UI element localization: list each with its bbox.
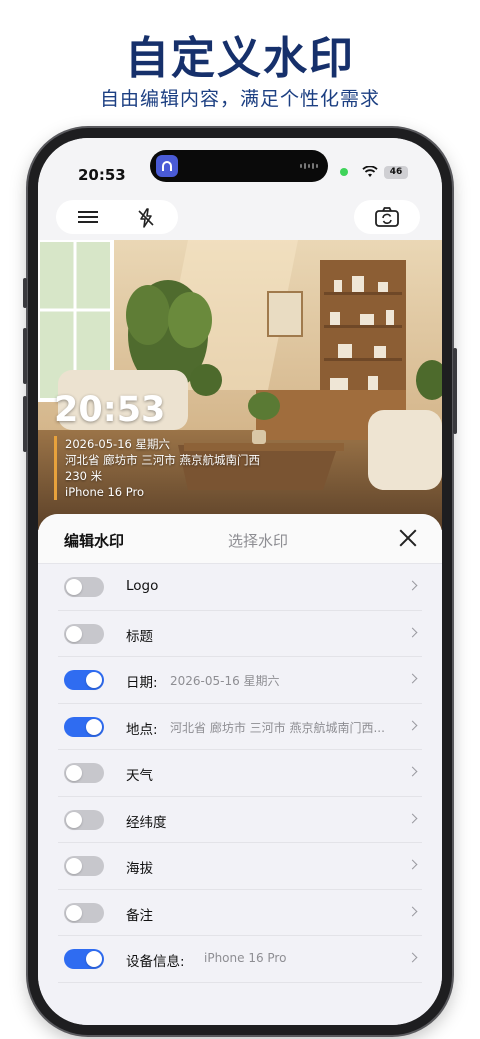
app-icon [156, 155, 178, 177]
promo-subtitle: 自由编辑内容，满足个性化需求 [99, 88, 380, 110]
row-label: 标题 [126, 628, 153, 645]
menu-icon[interactable] [78, 211, 98, 223]
flash-off-icon[interactable] [134, 206, 158, 230]
watermark-field-list: Logo 标题 日期: 2026-05-16 星期六 地点: 河北省 廊坊市 三… [58, 564, 422, 983]
row-label: 经纬度 [126, 814, 167, 831]
switch-camera-button[interactable] [354, 200, 420, 234]
row-label: 日期: [126, 675, 158, 691]
row-value: 河北省 廊坊市 三河市 燕京航城南门西... [170, 720, 385, 735]
volume-up-button [23, 328, 27, 384]
row-label: Logo [126, 578, 159, 594]
battery-indicator: 46 [384, 166, 408, 179]
altitude-toggle[interactable] [64, 856, 104, 876]
watermark-edit-sheet: 编辑水印 选择水印 Logo 标题 日期: 2026-05-16 星期六 地点:… [38, 514, 442, 1025]
chevron-right-icon [407, 813, 418, 823]
row-value: iPhone 16 Pro [204, 951, 287, 965]
field-row-altitude[interactable]: 海拔 [58, 843, 422, 890]
toolbar-left-group [56, 200, 178, 234]
status-time: 20:53 [78, 166, 126, 184]
phone-frame: 20:53 46 20:53 2026-05-16 星期六 河北省 廊坊市 三河… [23, 128, 457, 1035]
chevron-right-icon [407, 859, 418, 870]
watermark-time: 20:53 [54, 390, 166, 430]
sheet-header: 编辑水印 选择水印 [38, 514, 442, 564]
chevron-right-icon [407, 766, 418, 777]
watermark-date: 2026-05-16 星期六 [65, 437, 170, 451]
row-label: 备注 [126, 907, 153, 924]
camera-preview[interactable]: 20:53 2026-05-16 星期六 河北省 廊坊市 三河市 燕京航城南门西… [38, 240, 442, 530]
audio-wave-icon [300, 163, 318, 169]
switch-camera-icon [375, 207, 399, 227]
field-row-title[interactable]: 标题 [58, 611, 422, 657]
chevron-right-icon [407, 673, 418, 684]
volume-down-button [23, 396, 27, 452]
weather-toggle[interactable] [64, 763, 104, 783]
location-toggle[interactable] [64, 716, 104, 737]
phone-screen: 20:53 46 20:53 2026-05-16 星期六 河北省 廊坊市 三河… [38, 138, 442, 1025]
promo-title: 自定义水印 [125, 33, 355, 84]
coordinates-toggle[interactable] [64, 809, 104, 830]
close-icon[interactable] [398, 528, 418, 548]
title-toggle[interactable] [64, 623, 104, 644]
chevron-right-icon [407, 952, 418, 963]
field-row-weather[interactable]: 天气 [58, 750, 422, 797]
tab-edit-watermark[interactable]: 编辑水印 [64, 530, 124, 551]
field-row-device[interactable]: 设备信息: iPhone 16 Pro [58, 936, 422, 983]
watermark-details: 2026-05-16 星期六 河北省 廊坊市 三河市 燕京航城南门西 230 米… [54, 436, 260, 500]
wifi-icon [362, 166, 378, 177]
row-label: 地点: [126, 721, 158, 738]
date-toggle[interactable] [64, 670, 104, 690]
power-button [453, 348, 457, 434]
logo-toggle[interactable] [64, 577, 104, 597]
device-toggle[interactable] [64, 949, 104, 969]
watermark-location: 河北省 廊坊市 三河市 燕京航城南门西 [65, 453, 260, 467]
field-row-location[interactable]: 地点: 河北省 廊坊市 三河市 燕京航城南门西... [58, 704, 422, 750]
chevron-right-icon [407, 906, 418, 916]
row-value: 2026-05-16 星期六 [170, 674, 280, 688]
watermark-altitude: 230 米 [65, 469, 103, 483]
field-row-coordinates[interactable]: 经纬度 [58, 797, 422, 843]
row-label: 天气 [126, 768, 153, 784]
mute-switch [23, 278, 27, 308]
note-toggle[interactable] [64, 902, 104, 923]
field-row-date[interactable]: 日期: 2026-05-16 星期六 [58, 657, 422, 704]
row-label: 设备信息: [126, 954, 185, 970]
watermark-device: iPhone 16 Pro [65, 485, 145, 499]
row-label: 海拔 [126, 861, 153, 877]
chevron-right-icon [407, 720, 418, 730]
field-row-logo[interactable]: Logo [58, 564, 422, 611]
chevron-right-icon [407, 627, 418, 637]
tab-select-watermark[interactable]: 选择水印 [228, 530, 288, 551]
field-row-note[interactable]: 备注 [58, 890, 422, 936]
dynamic-island [150, 150, 328, 182]
camera-in-use-indicator [340, 168, 348, 176]
chevron-right-icon [407, 580, 418, 591]
status-bar: 20:53 46 [38, 138, 442, 192]
